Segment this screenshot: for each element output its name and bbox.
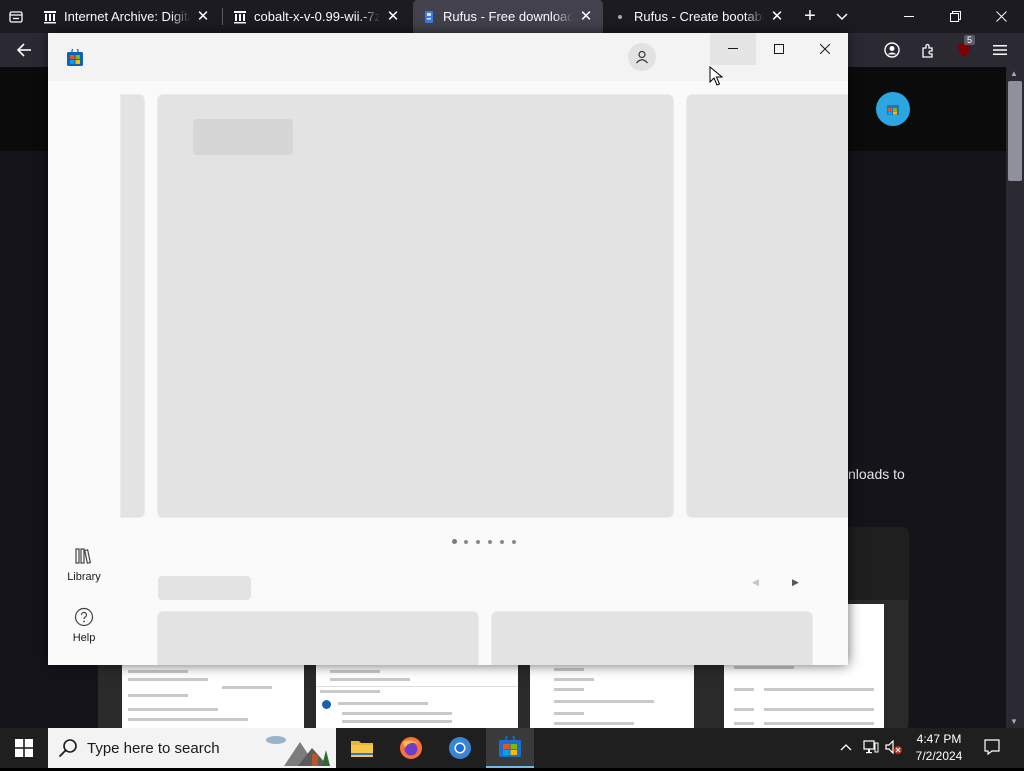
- ublock-shield-icon[interactable]: 5: [950, 33, 978, 67]
- archive-icon: [232, 9, 248, 25]
- clock[interactable]: 4:47 PM 7/2/2024: [908, 731, 970, 765]
- sidebar-item-help[interactable]: Help: [56, 606, 112, 644]
- close-tab-icon[interactable]: ✕: [768, 8, 786, 26]
- browser-tab-strip: Internet Archive: Digital L ✕ cobalt-x-v…: [0, 0, 1024, 33]
- clock-time: 4:47 PM: [916, 732, 962, 746]
- help-icon: [56, 606, 112, 628]
- show-hidden-icons-icon[interactable]: [838, 740, 854, 754]
- account-avatar-icon[interactable]: [628, 43, 656, 71]
- restore-window-icon[interactable]: [932, 0, 978, 33]
- hamburger-menu-icon[interactable]: [986, 33, 1014, 67]
- chrome-icon: [449, 737, 471, 759]
- action-center-icon[interactable]: [980, 738, 1004, 759]
- tab-title: Internet Archive: Digital L: [64, 9, 190, 24]
- app-card-skeleton[interactable]: [157, 611, 479, 665]
- list-all-tabs-icon[interactable]: [830, 0, 854, 33]
- gallery-thumbnail[interactable]: [316, 664, 518, 728]
- ublock-badge: 5: [964, 35, 976, 45]
- app-card-skeleton[interactable]: [491, 611, 813, 665]
- tab-title: Rufus - Create bootable U: [634, 9, 764, 24]
- tab-title: Rufus - Free download an: [443, 9, 573, 24]
- carousel-dot[interactable]: [464, 540, 468, 544]
- archive-icon: [42, 9, 58, 25]
- search-highlight-illustration-icon: [264, 730, 334, 766]
- carousel-dot[interactable]: [452, 539, 457, 544]
- volume-muted-icon[interactable]: [884, 739, 904, 757]
- browser-tab[interactable]: Rufus - Create bootable U ✕: [604, 0, 794, 33]
- browser-tab[interactable]: Internet Archive: Digital L ✕: [34, 0, 220, 33]
- network-icon[interactable]: [862, 740, 880, 757]
- firefox-icon: [400, 737, 422, 759]
- tab-title: cobalt-x-v-0.99-wii.-7z.d: [254, 9, 380, 24]
- sidebar-item-label: Help: [72, 632, 96, 644]
- taskbar-file-explorer[interactable]: [338, 728, 386, 768]
- gallery-thumbnail[interactable]: [530, 664, 694, 728]
- tab-separator: [222, 8, 223, 25]
- windows-logo-icon: [15, 739, 33, 757]
- store-maximize-button[interactable]: [756, 33, 802, 65]
- store-minimize-button[interactable]: [710, 33, 756, 65]
- carousel-dot[interactable]: [488, 540, 492, 544]
- extensions-icon[interactable]: [914, 33, 942, 67]
- hero-card-skeleton-next[interactable]: [686, 94, 848, 518]
- microsoft-store-icon: [499, 736, 521, 757]
- page-scrollbar[interactable]: ▲ ▼: [1006, 67, 1024, 728]
- hero-card-skeleton[interactable]: [157, 94, 674, 518]
- carousel-dot[interactable]: [512, 540, 516, 544]
- browser-tab[interactable]: cobalt-x-v-0.99-wii.-7z.d ✕: [224, 0, 410, 33]
- start-button[interactable]: [0, 728, 48, 768]
- account-icon[interactable]: [878, 33, 906, 67]
- taskbar-firefox[interactable]: [387, 728, 435, 768]
- taskbar-search-box[interactable]: Type here to search: [48, 728, 336, 768]
- rufus-icon: [421, 9, 437, 25]
- scroll-left-icon[interactable]: ◀: [752, 577, 759, 588]
- taskbar-chrome[interactable]: [436, 728, 484, 768]
- back-arrow-icon[interactable]: [8, 33, 40, 67]
- page-body-text: nloads to: [848, 466, 905, 482]
- hero-card-skeleton-prev[interactable]: [120, 94, 145, 518]
- close-tab-icon[interactable]: ✕: [577, 8, 595, 26]
- close-tab-icon[interactable]: ✕: [384, 8, 402, 26]
- carousel-dot[interactable]: [500, 540, 504, 544]
- clock-date: 7/2/2024: [915, 749, 963, 763]
- carousel-dot[interactable]: [476, 540, 480, 544]
- minimize-window-icon[interactable]: [886, 0, 932, 33]
- file-explorer-icon: [351, 741, 373, 757]
- store-close-button[interactable]: [802, 33, 848, 65]
- hero-title-skeleton: [193, 119, 293, 155]
- page-logo-icon[interactable]: [876, 92, 910, 126]
- search-icon: [58, 738, 78, 763]
- microsoft-store-icon: [66, 47, 84, 67]
- mouse-cursor-icon: [709, 65, 724, 86]
- close-tab-icon[interactable]: ✕: [194, 8, 212, 26]
- store-titlebar: [48, 33, 848, 81]
- firefox-view-icon[interactable]: [0, 0, 32, 33]
- close-window-icon[interactable]: [978, 0, 1024, 33]
- sidebar-item-label: Library: [67, 571, 101, 583]
- taskbar-microsoft-store[interactable]: [486, 728, 534, 768]
- search-placeholder: Type here to search: [87, 739, 220, 757]
- section-title-skeleton: [158, 576, 251, 600]
- new-tab-icon[interactable]: +: [798, 0, 822, 33]
- gallery-thumbnail[interactable]: [122, 664, 304, 728]
- scroll-right-icon[interactable]: ▶: [792, 577, 799, 588]
- browser-tab-active[interactable]: Rufus - Free download an ✕: [413, 0, 603, 33]
- loading-dot-icon: [612, 9, 628, 25]
- store-window: Library Help ◀ ▶: [48, 33, 848, 665]
- sidebar-item-library[interactable]: Library: [56, 545, 112, 583]
- library-icon: [56, 545, 112, 567]
